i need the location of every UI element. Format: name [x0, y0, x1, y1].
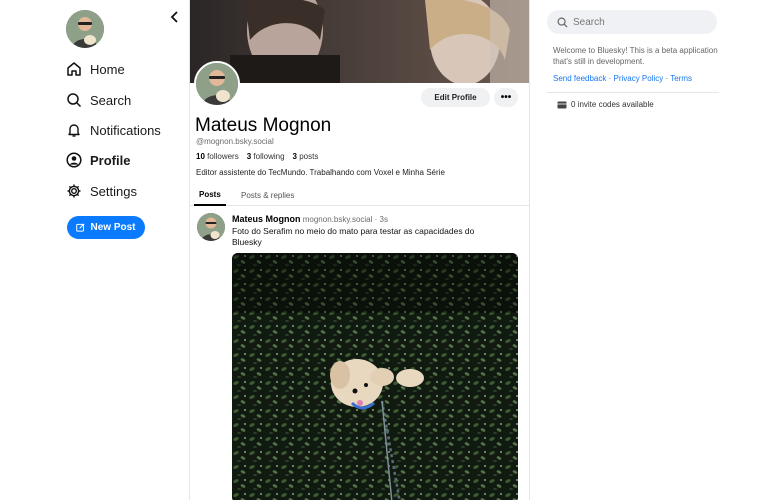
- post-timestamp: · 3s: [374, 215, 388, 224]
- tab-posts-replies[interactable]: Posts & replies: [241, 184, 294, 206]
- terms-link[interactable]: Terms: [670, 74, 692, 83]
- profile-avatar[interactable]: [194, 61, 240, 107]
- nav-label-search: Search: [90, 92, 132, 108]
- followers-count: 10: [196, 152, 205, 161]
- nav-item-settings[interactable]: Settings: [66, 178, 137, 204]
- nav-label-profile: Profile: [90, 152, 131, 168]
- post-item[interactable]: Mateus Mognon mognon.bsky.social · 3s Fo…: [190, 207, 529, 500]
- gear-icon: [67, 184, 81, 198]
- nav-item-profile[interactable]: Profile: [66, 147, 130, 173]
- nav-item-notifications[interactable]: Notifications: [66, 117, 161, 143]
- more-options-button[interactable]: •••: [494, 88, 518, 107]
- nav-item-search[interactable]: Search: [66, 87, 131, 113]
- divider: [547, 92, 719, 93]
- pencil-square-icon: [76, 223, 85, 232]
- search-icon: [67, 93, 82, 108]
- tab-posts[interactable]: Posts: [194, 184, 226, 206]
- post-header: Mateus Mognon mognon.bsky.social · 3s: [232, 214, 388, 224]
- privacy-policy-link[interactable]: Privacy Policy: [613, 74, 663, 83]
- post-author-avatar[interactable]: [197, 213, 225, 241]
- profile-display-name: Mateus Mognon: [195, 115, 332, 136]
- new-post-label: New Post: [90, 222, 136, 233]
- send-feedback-link[interactable]: Send feedback: [553, 74, 606, 83]
- posts-count: 3: [292, 152, 297, 161]
- followers-label: followers: [207, 152, 239, 161]
- avatar[interactable]: [66, 10, 104, 48]
- welcome-text: Welcome to Bluesky! This is a beta appli…: [553, 46, 718, 66]
- profile-handle: @mognon.bsky.social: [196, 137, 274, 146]
- edit-profile-button[interactable]: Edit Profile: [421, 88, 490, 107]
- following-label: following: [253, 152, 285, 161]
- search-icon: [557, 17, 568, 28]
- invite-codes-label: 0 invite codes available: [571, 100, 654, 109]
- profile-banner[interactable]: [190, 0, 529, 83]
- left-sidebar: Home Search Notifications Profile Settin…: [0, 0, 190, 500]
- user-circle-icon: [66, 152, 82, 168]
- nav-label-notifications: Notifications: [90, 122, 161, 138]
- profile-tabs: Posts Posts & replies: [190, 184, 529, 206]
- new-post-button[interactable]: New Post: [67, 216, 145, 239]
- profile-stats: 10 followers 3 following 3 posts: [196, 152, 318, 161]
- post-text: Foto do Serafim no meio do mato para tes…: [232, 226, 475, 247]
- search-placeholder: Search: [573, 16, 605, 28]
- chevron-left-icon[interactable]: [168, 10, 182, 24]
- profile-column: Edit Profile ••• Mateus Mognon @mognon.b…: [189, 0, 530, 500]
- following-stat[interactable]: 3 following: [247, 152, 285, 161]
- followers-stat[interactable]: 10 followers: [196, 152, 239, 161]
- footer-links: Send feedback · Privacy Policy · Terms: [553, 74, 692, 83]
- invite-codes[interactable]: 0 invite codes available: [557, 100, 654, 109]
- right-sidebar: Search Welcome to Bluesky! This is a bet…: [547, 0, 773, 500]
- posts-stat: 3 posts: [293, 152, 319, 161]
- posts-label: posts: [299, 152, 319, 161]
- post-author-handle[interactable]: mognon.bsky.social: [303, 215, 373, 224]
- following-count: 3: [246, 152, 252, 161]
- nav-label-home: Home: [90, 61, 125, 77]
- home-icon: [67, 62, 81, 76]
- post-image[interactable]: [232, 253, 518, 500]
- nav-item-home[interactable]: Home: [66, 56, 125, 82]
- ticket-icon: [557, 101, 567, 108]
- search-input[interactable]: Search: [547, 10, 717, 34]
- bell-icon: [68, 124, 80, 137]
- post-author-name[interactable]: Mateus Mognon: [232, 214, 301, 224]
- nav-label-settings: Settings: [90, 183, 137, 199]
- profile-bio: Editor assistente do TecMundo. Trabalhan…: [196, 168, 445, 177]
